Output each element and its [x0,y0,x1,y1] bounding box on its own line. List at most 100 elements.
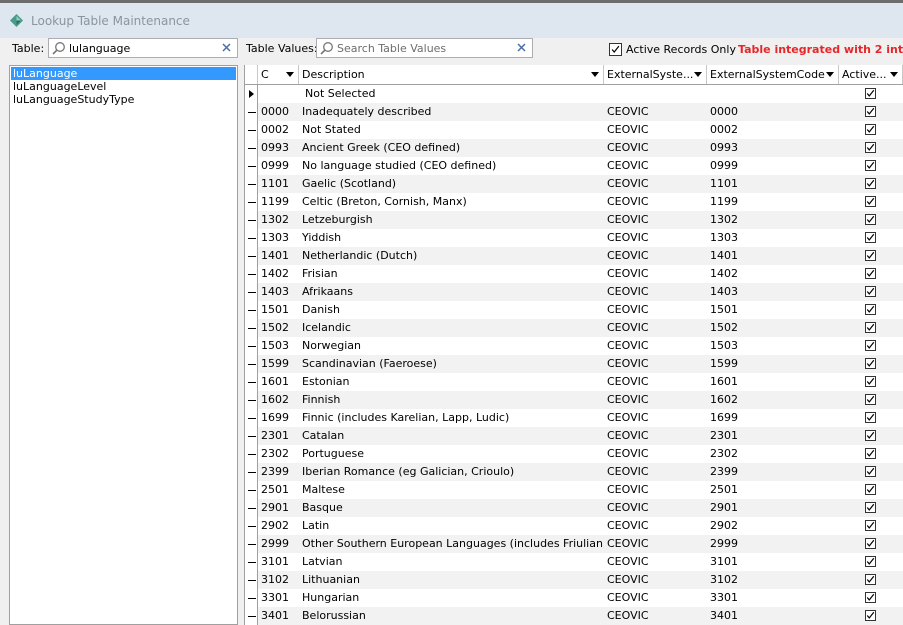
header-col-code[interactable]: C [258,65,299,84]
cell-external-system[interactable]: CEOVIC [604,409,707,427]
cell-external-system-code[interactable]: 1303 [707,229,839,247]
cell-description[interactable]: Not Stated [299,121,604,139]
table-row[interactable]: 1699 Finnic (includes Karelian, Lapp, Lud… [245,409,903,427]
table-row[interactable]: 0002 Not Stated CEOVIC 0002 [245,121,903,139]
row-selector[interactable] [245,121,258,139]
cell-code[interactable]: 1502 [258,319,299,337]
cell-description[interactable]: Latvian [299,553,604,571]
cell-code[interactable]: 1101 [258,175,299,193]
row-selector[interactable] [245,409,258,427]
cell-external-system-code[interactable]: 1403 [707,283,839,301]
active-checkbox[interactable] [865,178,876,189]
table-row[interactable]: 1401 Netherlandic (Dutch) CEOVIC 1401 [245,247,903,265]
row-selector[interactable] [245,427,258,445]
cell-code[interactable]: 2999 [258,535,299,553]
cell-external-system[interactable]: CEOVIC [604,319,707,337]
cell-external-system-code[interactable]: 0993 [707,139,839,157]
cell-code[interactable]: 1303 [258,229,299,247]
table-row[interactable]: 0000 Inadequately described CEOVIC 0000 [245,103,903,121]
table-search-input[interactable]: lulanguage [48,38,238,58]
active-checkbox[interactable] [865,538,876,549]
table-row[interactable]: 0999 No language studied (CEO defined) CEO… [245,157,903,175]
cell-description[interactable]: Catalan [299,427,604,445]
cell-external-system-code[interactable]: 1503 [707,337,839,355]
cell-description[interactable]: Inadequately described [299,103,604,121]
table-row[interactable]: 2501 Maltese CEOVIC 2501 [245,481,903,499]
active-checkbox[interactable] [865,124,876,135]
cell-external-system[interactable]: CEOVIC [604,553,707,571]
filter-dropdown-icon[interactable] [826,72,834,77]
table-row[interactable]: 1599 Scandinavian (Faeroese) CEOVIC 1599 [245,355,903,373]
active-checkbox[interactable] [865,304,876,315]
row-selector[interactable] [245,355,258,373]
cell-description[interactable]: Lithuanian [299,571,604,589]
row-selector[interactable] [245,211,258,229]
table-row[interactable]: 2901 Basque CEOVIC 2901 [245,499,903,517]
cell-code[interactable]: 1403 [258,283,299,301]
active-checkbox[interactable] [865,466,876,477]
cell-description[interactable]: Ancient Greek (CEO defined) [299,139,604,157]
active-checkbox[interactable] [865,106,876,117]
cell-external-system-code[interactable]: 1101 [707,175,839,193]
cell-description[interactable]: Icelandic [299,319,604,337]
cell-description[interactable]: Letzeburgish [299,211,604,229]
active-only-box[interactable] [609,43,622,56]
cell-code[interactable]: 0993 [258,139,299,157]
cell-code[interactable]: 2399 [258,463,299,481]
cell-code[interactable]: 2302 [258,445,299,463]
cell-code[interactable]: 3101 [258,553,299,571]
cell-external-system[interactable]: CEOVIC [604,175,707,193]
cell-description[interactable]: Hungarian [299,589,604,607]
row-selector[interactable] [245,301,258,319]
table-row[interactable]: 3401 Belorussian CEOVIC 3401 [245,607,903,625]
cell-external-system[interactable]: CEOVIC [604,499,707,517]
cell-description[interactable]: Afrikaans [299,283,604,301]
cell-external-system[interactable]: CEOVIC [604,535,707,553]
active-checkbox[interactable] [865,556,876,567]
cell-external-system-code[interactable]: 0999 [707,157,839,175]
cell-description[interactable]: Basque [299,499,604,517]
table-row[interactable]: 3101 Latvian CEOVIC 3101 [245,553,903,571]
filter-dropdown-icon[interactable] [890,72,898,77]
cell-external-system[interactable]: CEOVIC [604,517,707,535]
row-selector[interactable] [245,571,258,589]
cell-external-system[interactable]: CEOVIC [604,463,707,481]
row-selector[interactable] [245,193,258,211]
row-selector[interactable] [245,139,258,157]
cell-external-system-code[interactable]: 3401 [707,607,839,625]
active-checkbox[interactable] [865,142,876,153]
header-col-description[interactable]: Description [299,65,604,84]
row-selector[interactable] [245,499,258,517]
table-row[interactable]: 1602 Finnish CEOVIC 1602 [245,391,903,409]
cell-code[interactable]: 1402 [258,265,299,283]
active-checkbox[interactable] [865,196,876,207]
active-checkbox[interactable] [865,448,876,459]
table-row[interactable]: 3102 Lithuanian CEOVIC 3102 [245,571,903,589]
cell-description[interactable]: Belorussian [299,607,604,625]
cell-code[interactable]: 1401 [258,247,299,265]
cell-description[interactable]: Maltese [299,481,604,499]
table-row[interactable]: 1101 Gaelic (Scotland) CEOVIC 1101 [245,175,903,193]
cell-external-system-code[interactable]: 1502 [707,319,839,337]
cell-description[interactable]: Other Southern European Languages (inclu… [299,535,604,553]
cell-external-system-code[interactable]: 1599 [707,355,839,373]
active-checkbox[interactable] [865,376,876,387]
cell-code[interactable]: 1601 [258,373,299,391]
header-col-external-system-code[interactable]: ExternalSystemCode [707,65,839,84]
active-checkbox[interactable] [865,358,876,369]
cell-code[interactable]: 3401 [258,607,299,625]
table-list-item[interactable]: luLanguage [11,67,236,80]
values-search-input[interactable]: Search Table Values [316,38,533,58]
filter-dropdown-icon[interactable] [591,72,599,77]
cell-description[interactable]: Yiddish [299,229,604,247]
row-selector[interactable] [245,265,258,283]
active-checkbox[interactable] [865,322,876,333]
table-list[interactable]: luLanguage luLanguageLevel luLanguageStudy… [9,65,238,625]
cell-external-system[interactable]: CEOVIC [604,265,707,283]
filter-dropdown-icon[interactable] [694,72,702,77]
cell-code[interactable]: 2501 [258,481,299,499]
row-selector[interactable] [245,373,258,391]
table-row[interactable]: 3301 Hungarian CEOVIC 3301 [245,589,903,607]
table-row[interactable]: 2399 Iberian Romance (eg Galician, Crioul… [245,463,903,481]
row-selector[interactable] [245,229,258,247]
